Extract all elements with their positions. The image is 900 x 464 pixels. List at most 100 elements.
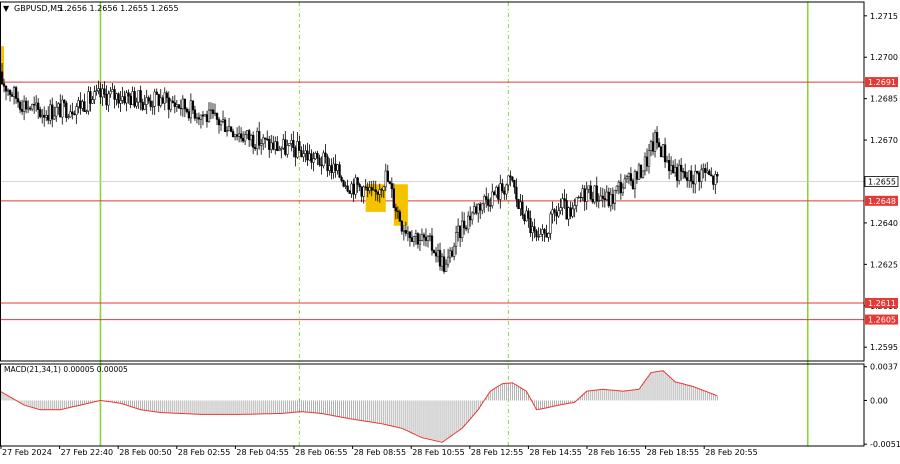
candle-body — [161, 97, 164, 104]
candle-body — [593, 185, 596, 203]
symbol-label: GBPUSD,M5 — [14, 4, 62, 13]
candle-body — [276, 141, 279, 151]
candle-body — [270, 142, 273, 150]
candle-body — [358, 184, 361, 188]
candle-body — [553, 209, 556, 213]
candle-body — [489, 205, 492, 207]
candle-body — [312, 158, 315, 163]
candle-body — [99, 88, 102, 98]
candle-body — [631, 180, 635, 189]
candle-body — [581, 188, 584, 198]
candle-body — [376, 191, 379, 195]
candle-body — [414, 233, 418, 237]
candle-body — [714, 174, 717, 185]
candle-body — [555, 212, 558, 217]
candle — [229, 126, 233, 133]
candle-body — [515, 186, 518, 200]
candle-body — [467, 215, 470, 230]
candle-body — [254, 147, 257, 149]
candle-body — [469, 215, 472, 221]
candle-body — [372, 189, 375, 191]
candle-body — [452, 245, 456, 257]
level-price-tag-label: 1.2605 — [868, 316, 896, 325]
time-tick-label: 28 Feb 10:55 — [412, 448, 464, 457]
candle-body — [505, 184, 508, 195]
candle-body — [16, 98, 20, 103]
candle-body — [197, 117, 201, 120]
candle-body — [637, 164, 641, 180]
candle-body — [696, 170, 699, 174]
candle-body — [57, 103, 60, 108]
price-tick-label: 1.2700 — [870, 53, 898, 62]
candle-body — [217, 119, 221, 126]
candle-body — [426, 236, 430, 241]
candle-body — [248, 130, 251, 141]
candle-body — [460, 220, 464, 238]
candle-body — [10, 94, 14, 97]
candle-body — [456, 225, 460, 233]
candle-body — [51, 104, 54, 120]
candle-body — [41, 114, 44, 118]
candle-body — [26, 107, 30, 110]
candle-body — [243, 134, 247, 142]
candle — [659, 145, 663, 158]
candle-body — [233, 134, 237, 138]
candle-body — [73, 113, 76, 116]
candle-body — [416, 233, 420, 245]
candle-body — [215, 112, 219, 120]
candle — [593, 184, 596, 205]
candle-body — [673, 167, 677, 173]
candle-body — [557, 210, 560, 217]
candle-body — [175, 104, 178, 107]
candle-body — [93, 91, 96, 100]
candle-body — [442, 256, 446, 272]
candle — [322, 150, 325, 169]
candle-body — [189, 100, 193, 119]
candle-body — [201, 114, 205, 117]
candle-body — [471, 212, 474, 221]
candle-body — [378, 189, 381, 195]
candle-body — [20, 109, 24, 112]
candle-body — [6, 89, 10, 92]
candle-body — [406, 231, 410, 234]
symbol-dropdown-arrow[interactable]: ▼ — [3, 4, 10, 13]
candle-body — [633, 171, 637, 189]
candle-body — [477, 203, 480, 214]
candle-body — [671, 165, 675, 173]
candle-body — [591, 199, 594, 203]
macd-label: MACD(21,34,1) 0.00005 0.00005 — [4, 365, 128, 374]
candle-body — [446, 256, 450, 265]
candle-body — [621, 187, 625, 194]
price-chart-svg[interactable]: 1.2715 1.2700 1.2685 1.2670 1.2655 1.2640 1.26… — [0, 0, 900, 460]
ohlc-readout: 1.2656 1.2656 1.2655 1.2655 — [59, 4, 179, 13]
candle-body — [569, 207, 572, 217]
candle-body — [535, 230, 538, 237]
candle-body — [300, 150, 303, 158]
price-tick-label: 1.2640 — [870, 219, 898, 228]
candle-body — [501, 183, 504, 192]
candle-body — [107, 93, 110, 106]
candle-body — [605, 191, 608, 201]
candle-body — [579, 196, 582, 199]
candle-body — [513, 180, 516, 188]
current-price-tag-label: 1.2655 — [868, 178, 896, 187]
candle-body — [153, 91, 156, 107]
candle-body — [430, 235, 434, 251]
candle-body — [710, 174, 713, 177]
candle-body — [328, 165, 331, 171]
candle-body — [167, 97, 170, 110]
time-tick-label: 28 Feb 06:55 — [295, 448, 347, 457]
candle — [517, 198, 520, 210]
candle-body — [135, 101, 138, 107]
candle-body — [55, 106, 58, 117]
candle-body — [324, 152, 327, 158]
candle-body — [680, 164, 683, 172]
candle-body — [499, 183, 502, 200]
candle-body — [684, 171, 687, 178]
macd-tick-label: 0.00 — [870, 396, 888, 405]
candle-body — [286, 145, 289, 155]
candle-body — [601, 195, 604, 199]
candle-body — [79, 100, 82, 109]
candle-body — [625, 176, 629, 180]
candle-body — [191, 100, 195, 111]
